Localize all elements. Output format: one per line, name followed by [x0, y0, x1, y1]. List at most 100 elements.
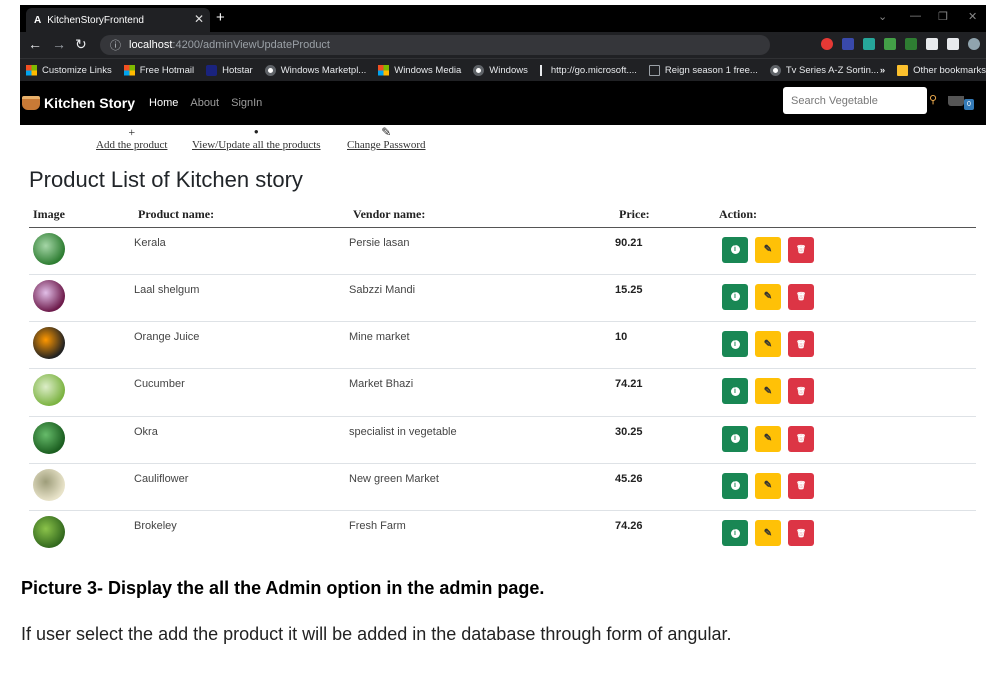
product-image-cell — [29, 463, 134, 512]
back-icon[interactable]: ← — [28, 36, 42, 52]
puzzle-icon[interactable] — [926, 38, 938, 50]
restore-icon[interactable]: ❐ — [938, 10, 948, 23]
vendor-name-cell: Fresh Farm — [349, 510, 615, 557]
table-row: Orange Juice Mine market 10 i ✎ 🗑 — [29, 321, 976, 370]
windows-icon — [123, 64, 135, 76]
info-icon: i — [730, 339, 740, 349]
product-name-cell: Kerala — [134, 227, 349, 275]
browser-screenshot: A KitchenStoryFrontend ✕ + ⌄ — ❐ ✕ ← → ↻… — [20, 5, 986, 557]
folder-icon — [897, 64, 909, 76]
edit-icon: ✎ — [763, 291, 773, 303]
edit-button[interactable]: ✎ — [755, 283, 781, 310]
search-input[interactable]: Search Vegetable — [783, 87, 927, 114]
bookmark-item[interactable]: Windows Media — [378, 64, 461, 76]
edit-icon: ✎ — [763, 338, 773, 350]
product-thumbnail — [33, 327, 65, 360]
info-button[interactable]: i — [722, 331, 748, 358]
bookmarks-bar: Customize Links Free Hotmail Hotstar Window… — [20, 58, 986, 81]
bookmark-item[interactable]: Windows — [473, 64, 528, 76]
product-name-cell: Cucumber — [134, 368, 349, 417]
delete-button[interactable]: 🗑 — [788, 425, 814, 452]
nav-home-link[interactable]: Home — [149, 97, 178, 109]
figure-caption: Picture 3- Display the all the Admin opt… — [21, 578, 545, 598]
window-close-icon[interactable]: ✕ — [968, 10, 977, 23]
info-button[interactable]: i — [722, 283, 748, 310]
close-tab-icon[interactable]: ✕ — [194, 12, 204, 26]
bookmark-item[interactable]: Free Hotmail — [123, 64, 195, 76]
table-row: Okra specialist in vegetable 30.25 i ✎ 🗑 — [29, 416, 976, 464]
bookmark-item[interactable]: http://go.microsoft.... — [539, 64, 637, 76]
extension-icon[interactable] — [863, 38, 875, 50]
delete-button[interactable]: 🗑 — [788, 331, 814, 358]
delete-button[interactable]: 🗑 — [788, 520, 814, 547]
bookmark-label: Free Hotmail — [139, 64, 195, 76]
extension-icon[interactable] — [905, 38, 917, 50]
minimize-icon[interactable]: — — [910, 10, 921, 22]
forward-icon[interactable]: → — [52, 36, 66, 52]
delete-button[interactable]: 🗑 — [788, 236, 814, 263]
site-info-icon[interactable]: ⓘ — [110, 37, 121, 53]
globe-icon — [473, 64, 485, 76]
edit-button[interactable]: ✎ — [755, 520, 781, 547]
new-tab-icon[interactable]: + — [216, 9, 225, 26]
edit-button[interactable]: ✎ — [755, 472, 781, 499]
brand-name: Kitchen Story — [44, 95, 136, 111]
nav-about-link[interactable]: About — [190, 97, 219, 109]
product-name-cell: Okra — [134, 416, 349, 464]
trash-icon: 🗑 — [795, 481, 807, 491]
extension-icon[interactable] — [884, 38, 896, 50]
price-cell: 30.25 — [615, 416, 715, 464]
table-row: Cucumber Market Bhazi 74.21 i ✎ 🗑 — [29, 368, 976, 417]
bookmark-item[interactable]: Tv Series A-Z Sortin... — [769, 64, 879, 76]
delete-button[interactable]: 🗑 — [788, 283, 814, 310]
action-buttons: i ✎ 🗑 — [722, 472, 976, 499]
edit-button[interactable]: ✎ — [755, 378, 781, 405]
extension-icon[interactable] — [821, 38, 833, 50]
edit-icon: ✎ — [763, 433, 773, 445]
table-row: Kerala Persie lasan 90.21 i ✎ 🗑 — [29, 227, 976, 275]
avatar-icon[interactable] — [968, 38, 980, 50]
nav-signin-link[interactable]: SignIn — [231, 97, 262, 109]
vendor-name-cell: specialist in vegetable — [349, 416, 615, 464]
table-row: Cauliflower New green Market 45.26 i ✎ 🗑 — [29, 463, 976, 512]
price-cell: 45.26 — [615, 463, 715, 512]
bookmark-item[interactable]: Reign season 1 free... — [648, 64, 758, 76]
add-product-link[interactable]: + Add the product — [96, 125, 167, 151]
reload-icon[interactable]: ↻ — [75, 36, 87, 53]
action-cell: i ✎ 🗑 — [715, 463, 976, 512]
delete-button[interactable]: 🗑 — [788, 378, 814, 405]
edit-button[interactable]: ✎ — [755, 236, 781, 263]
view-update-products-link[interactable]: ● View/Update all the products — [192, 125, 321, 151]
info-button[interactable]: i — [722, 425, 748, 452]
bookmark-item[interactable]: Hotstar — [206, 64, 253, 76]
product-thumbnail — [33, 374, 65, 407]
sidepanel-icon[interactable] — [947, 38, 959, 50]
product-image-cell — [29, 510, 134, 557]
edit-button[interactable]: ✎ — [755, 331, 781, 358]
bookmark-item[interactable]: Customize Links — [26, 64, 112, 76]
change-password-link[interactable]: ✎ Change Password — [347, 125, 426, 151]
delete-button[interactable]: 🗑 — [788, 472, 814, 499]
edit-button[interactable]: ✎ — [755, 425, 781, 452]
action-buttons: i ✎ 🗑 — [722, 236, 976, 263]
bookmark-item[interactable]: Windows Marketpl... — [264, 64, 366, 76]
info-icon: i — [730, 386, 740, 396]
info-button[interactable]: i — [722, 236, 748, 263]
add-product-label: Add the product — [96, 139, 168, 151]
table-row: Brokeley Fresh Farm 74.26 i ✎ 🗑 — [29, 510, 976, 557]
info-button[interactable]: i — [722, 520, 748, 547]
browser-tab[interactable]: A KitchenStoryFrontend ✕ — [26, 8, 210, 32]
trash-icon: 🗑 — [795, 245, 807, 254]
other-bookmarks[interactable]: » Other bookmarks — [880, 64, 986, 76]
brand[interactable]: Kitchen Story — [22, 95, 135, 111]
figure-description: If user select the add the product it wi… — [21, 624, 732, 644]
price-cell: 74.21 — [615, 368, 715, 417]
info-button[interactable]: i — [722, 472, 748, 499]
info-button[interactable]: i — [722, 378, 748, 405]
chevron-more-icon[interactable]: » — [880, 65, 885, 76]
address-bar[interactable]: ⓘ localhost:4200/adminViewUpdateProduct — [100, 35, 770, 55]
extension-icon[interactable] — [842, 38, 854, 50]
tab-search-icon[interactable]: ⌄ — [878, 10, 887, 23]
search-icon[interactable]: ⚲ — [929, 93, 937, 106]
cart-button[interactable]: 0 — [948, 93, 978, 111]
